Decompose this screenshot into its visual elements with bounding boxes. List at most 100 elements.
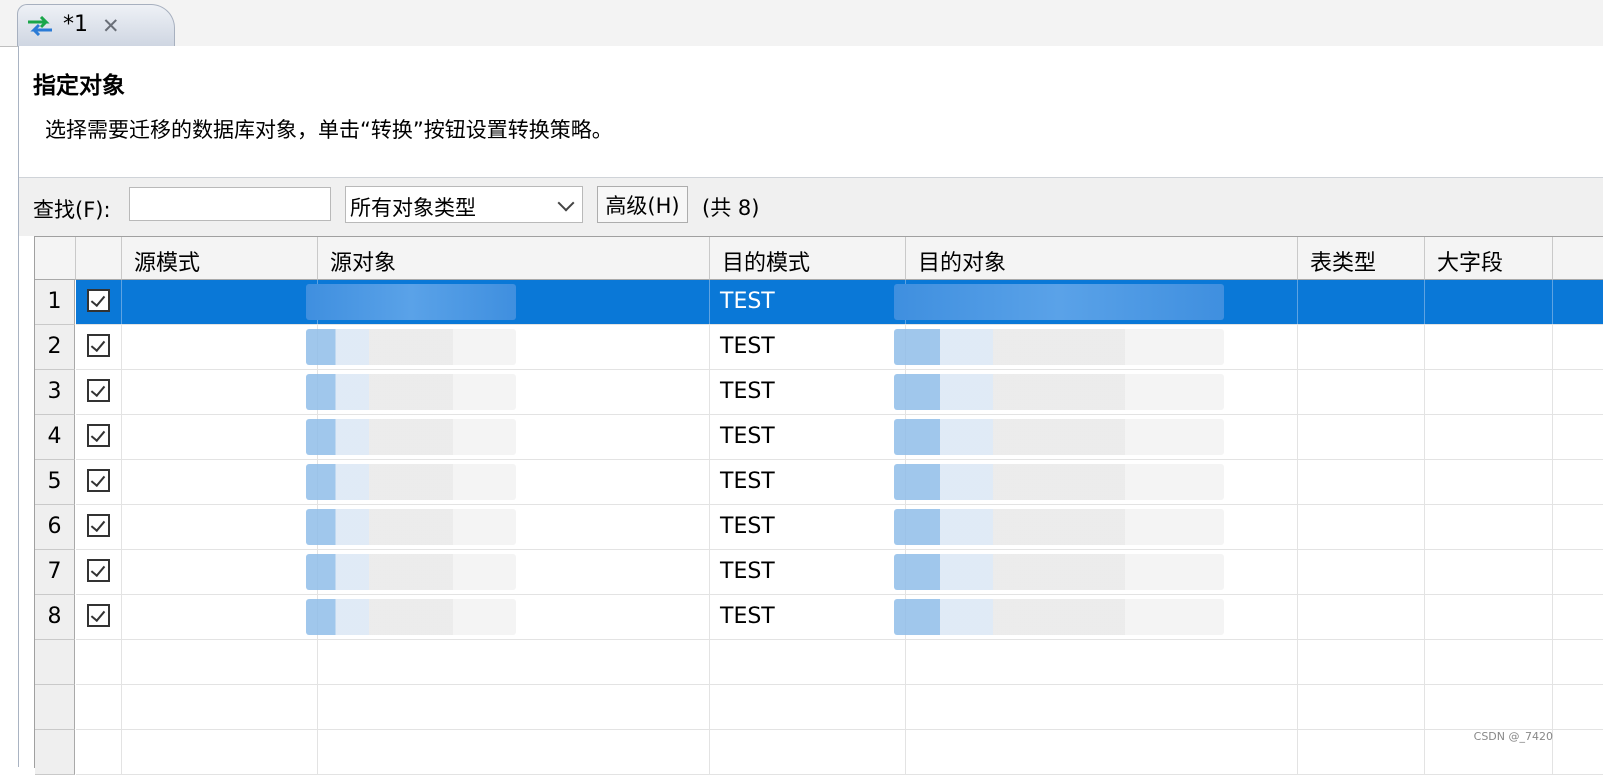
dest-schema-value: TEST bbox=[720, 469, 775, 494]
row-number[interactable] bbox=[35, 730, 75, 775]
table-cell bbox=[306, 595, 710, 639]
table-cell bbox=[122, 505, 318, 549]
row-checkbox[interactable] bbox=[87, 289, 110, 312]
row-number[interactable]: 3 bbox=[35, 370, 75, 415]
table-cell: TEST bbox=[710, 370, 906, 414]
table-cell bbox=[894, 460, 1298, 504]
table-cell bbox=[122, 325, 318, 369]
close-icon[interactable]: ✕ bbox=[102, 14, 120, 38]
table-cell bbox=[894, 505, 1298, 549]
table-row[interactable]: TEST bbox=[76, 595, 1603, 640]
table-cell: TEST bbox=[710, 325, 906, 369]
table-row[interactable]: TEST bbox=[76, 460, 1603, 505]
table-cell bbox=[318, 685, 710, 729]
search-input[interactable] bbox=[129, 187, 331, 221]
row-number[interactable] bbox=[35, 685, 75, 730]
redacted-content bbox=[306, 419, 516, 455]
advanced-button[interactable]: 高级(H) bbox=[597, 186, 688, 223]
column-header-label: 源对象 bbox=[330, 251, 397, 276]
table-row[interactable]: TEST bbox=[76, 280, 1603, 325]
transfer-arrows-icon bbox=[28, 16, 52, 36]
dest-schema-value: TEST bbox=[720, 334, 775, 359]
table-cell bbox=[1425, 325, 1553, 369]
table-cell: TEST bbox=[710, 460, 906, 504]
table-cell: TEST bbox=[710, 505, 906, 549]
find-label: 查找(F): bbox=[33, 198, 111, 222]
column-header-table-type[interactable]: 表类型 bbox=[1298, 237, 1425, 280]
redacted-content bbox=[894, 464, 1224, 500]
column-header-label: 源模式 bbox=[134, 251, 201, 276]
redacted-content bbox=[894, 419, 1224, 455]
table-cell bbox=[76, 280, 122, 324]
row-number[interactable]: 7 bbox=[35, 550, 75, 595]
redacted-content bbox=[894, 374, 1224, 410]
table-row[interactable]: TEST bbox=[76, 505, 1603, 550]
object-type-value: 所有对象类型 bbox=[350, 196, 476, 220]
table-row[interactable]: TEST bbox=[76, 415, 1603, 460]
table-cell bbox=[894, 325, 1298, 369]
row-number[interactable]: 4 bbox=[35, 415, 75, 460]
table-cell bbox=[1298, 595, 1425, 639]
row-number[interactable]: 5 bbox=[35, 460, 75, 505]
check-column-header[interactable] bbox=[76, 237, 122, 280]
row-number[interactable]: 1 bbox=[35, 280, 75, 325]
row-checkbox[interactable] bbox=[87, 604, 110, 627]
object-type-select[interactable]: 所有对象类型 bbox=[345, 186, 583, 223]
table-cell bbox=[306, 370, 710, 414]
object-table: 源模式 源对象 目的模式 目的对象 表类型 大字段 1 TEST 2 TEST 3 TES… bbox=[34, 236, 1603, 775]
row-number[interactable] bbox=[35, 640, 75, 685]
tab-title: *1 bbox=[63, 12, 88, 37]
table-cell bbox=[1298, 370, 1425, 414]
table-cell bbox=[1298, 415, 1425, 459]
row-checkbox[interactable] bbox=[87, 379, 110, 402]
table-cell bbox=[906, 730, 1298, 774]
table-row[interactable]: TEST bbox=[76, 325, 1603, 370]
column-header-dest-schema[interactable]: 目的模式 bbox=[710, 237, 906, 280]
table-cell bbox=[318, 640, 710, 684]
table-cell bbox=[894, 595, 1298, 639]
redacted-content bbox=[894, 554, 1224, 590]
table-cell bbox=[1425, 550, 1553, 594]
table-row[interactable]: TEST bbox=[76, 550, 1603, 595]
row-number[interactable]: 6 bbox=[35, 505, 75, 550]
row-checkbox[interactable] bbox=[87, 559, 110, 582]
table-cell bbox=[1298, 505, 1425, 549]
redacted-content bbox=[306, 284, 516, 320]
row-checkbox[interactable] bbox=[87, 514, 110, 537]
column-header-source-schema[interactable]: 源模式 bbox=[122, 237, 318, 280]
table-cell bbox=[306, 415, 710, 459]
column-header-label: 表类型 bbox=[1310, 251, 1377, 276]
table-cell bbox=[122, 685, 318, 729]
table-row[interactable]: TEST bbox=[76, 370, 1603, 415]
table-cell bbox=[122, 280, 318, 324]
page-description: 选择需要迁移的数据库对象，单击“转换”按钮设置转换策略。 bbox=[45, 118, 613, 142]
row-checkbox[interactable] bbox=[87, 469, 110, 492]
table-cell bbox=[76, 595, 122, 639]
column-header-source-object[interactable]: 源对象 bbox=[318, 237, 710, 280]
table-cell bbox=[76, 370, 122, 414]
table-cell bbox=[894, 370, 1298, 414]
table-cell bbox=[306, 550, 710, 594]
table-cell: TEST bbox=[710, 595, 906, 639]
editor-tab[interactable]: *1 ✕ bbox=[17, 4, 175, 46]
table-cell bbox=[76, 550, 122, 594]
table-cell bbox=[1425, 280, 1553, 324]
wizard-header: 指定对象 选择需要迁移的数据库对象，单击“转换”按钮设置转换策略。 bbox=[19, 46, 1603, 178]
table-cell bbox=[122, 370, 318, 414]
row-checkbox[interactable] bbox=[87, 424, 110, 447]
table-cell bbox=[306, 325, 710, 369]
table-cell bbox=[1298, 460, 1425, 504]
table-cell bbox=[1425, 685, 1553, 729]
redacted-content bbox=[306, 509, 516, 545]
row-number[interactable]: 2 bbox=[35, 325, 75, 370]
table-cell bbox=[906, 685, 1298, 729]
row-checkbox[interactable] bbox=[87, 334, 110, 357]
row-number[interactable]: 8 bbox=[35, 595, 75, 640]
table-cell bbox=[306, 280, 710, 324]
editor-tab-strip: *1 ✕ bbox=[0, 0, 1603, 47]
table-cell: TEST bbox=[710, 280, 906, 324]
table-cell bbox=[76, 505, 122, 549]
column-header-dest-object[interactable]: 目的对象 bbox=[906, 237, 1298, 280]
column-header-lob[interactable]: 大字段 bbox=[1425, 237, 1553, 280]
table-cell bbox=[894, 415, 1298, 459]
